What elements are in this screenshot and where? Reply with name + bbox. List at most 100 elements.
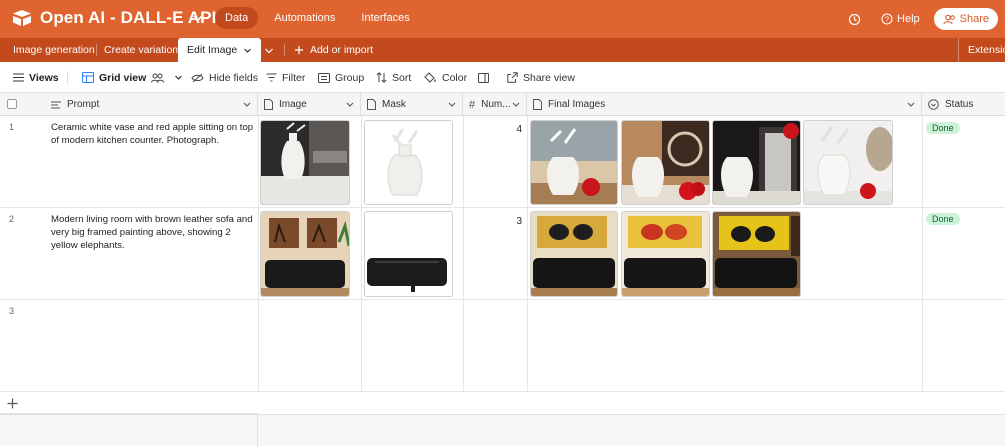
number-cell[interactable]: 3 <box>492 216 522 227</box>
status-badge[interactable]: Done <box>926 122 960 134</box>
color-label: Color <box>442 71 468 84</box>
column-final-images-label: Final Images <box>548 99 606 110</box>
hamburger-icon <box>13 73 24 82</box>
base-title[interactable]: Open AI - DALL-E API <box>40 8 216 28</box>
share-view-icon <box>507 72 518 83</box>
grid-view-button[interactable]: Grid view <box>82 62 183 93</box>
hide-fields-label: Hide fields <box>209 71 259 84</box>
group-button[interactable]: Group <box>318 62 364 93</box>
chevron-down-icon[interactable] <box>192 12 204 24</box>
tab-divider <box>284 44 285 56</box>
nav-interfaces[interactable]: Interfaces <box>351 7 419 29</box>
column-header-final-images[interactable]: Final Images <box>527 93 922 116</box>
final-image-thumbnail[interactable] <box>712 120 801 205</box>
tab-divider <box>96 44 97 56</box>
column-mask-label: Mask <box>382 99 406 110</box>
column-header-status[interactable]: Status <box>922 93 1005 116</box>
row-number: 3 <box>9 306 15 316</box>
chevron-down-icon[interactable] <box>264 46 274 55</box>
help-label: Help <box>897 13 920 25</box>
mask-attachment-thumbnail[interactable] <box>364 120 453 205</box>
table-row[interactable]: 1 Ceramic white vase and red apple sitti… <box>0 116 1005 208</box>
tab-edit-image-label: Edit Image <box>187 44 238 56</box>
final-image-thumbnail[interactable] <box>530 120 618 205</box>
sort-button[interactable]: Sort <box>376 62 411 93</box>
toolbar-divider <box>67 71 68 84</box>
share-view-button[interactable]: Share view <box>507 62 575 93</box>
mask-attachment-thumbnail[interactable] <box>364 211 453 297</box>
attachment-icon <box>367 99 376 110</box>
svg-text:?: ? <box>885 15 889 24</box>
tab-image-generation[interactable]: Image generation <box>13 38 95 62</box>
views-button[interactable]: Views <box>13 62 59 93</box>
row-number: 2 <box>9 214 15 224</box>
add-or-import-button[interactable]: Add or import <box>294 38 373 62</box>
row-number: 1 <box>9 122 15 132</box>
attachment-icon <box>533 99 542 110</box>
help-button[interactable]: ? Help <box>873 7 928 31</box>
filter-icon <box>266 73 277 82</box>
group-icon <box>318 72 330 83</box>
tab-create-variation[interactable]: Create variation <box>104 38 178 62</box>
final-image-thumbnail[interactable] <box>712 211 801 297</box>
top-bar: Open AI - DALL-E API Data Automations In… <box>0 0 1005 38</box>
footer-divider <box>257 415 258 447</box>
chevron-down-icon[interactable] <box>907 101 915 108</box>
share-button[interactable]: Share <box>933 8 998 30</box>
top-right-actions: ? Help Share <box>841 7 998 31</box>
help-icon: ? <box>881 13 893 25</box>
nav-automations[interactable]: Automations <box>264 7 345 29</box>
group-label: Group <box>335 71 365 84</box>
select-all-cell <box>0 93 45 116</box>
hide-fields-button[interactable]: Hide fields <box>191 62 258 93</box>
nav-data[interactable]: Data <box>215 7 259 29</box>
prompt-cell[interactable]: Modern living room with brown leather so… <box>51 213 255 252</box>
column-header-number[interactable]: # Num... <box>463 93 527 116</box>
filter-label: Filter <box>282 71 306 84</box>
final-image-thumbnail[interactable] <box>530 211 618 297</box>
table-tab-bar: Image generation Create variation Edit I… <box>0 38 1005 62</box>
final-image-thumbnail[interactable] <box>621 211 710 297</box>
chevron-down-icon[interactable] <box>174 73 183 82</box>
column-header-prompt[interactable]: Prompt <box>45 93 258 116</box>
history-icon[interactable] <box>841 7 867 31</box>
status-badge[interactable]: Done <box>926 213 960 225</box>
checkbox-icon[interactable] <box>7 99 17 109</box>
column-header-image[interactable]: Image <box>258 93 361 116</box>
hide-fields-icon <box>191 73 204 82</box>
final-image-thumbnail[interactable] <box>621 120 710 205</box>
add-or-import-label: Add or import <box>310 44 374 56</box>
column-number-label: Num... <box>481 99 511 110</box>
people-icon <box>151 73 165 83</box>
row-height-button[interactable] <box>478 62 489 93</box>
extensions-button[interactable]: Extension <box>958 38 1005 62</box>
image-attachment-thumbnail[interactable] <box>260 120 350 205</box>
grid-header: Prompt Image Mask # Num... Final Images … <box>0 93 1005 116</box>
views-label: Views <box>29 71 59 84</box>
prompt-cell[interactable]: Ceramic white vase and red apple sitting… <box>51 121 255 147</box>
number-cell[interactable]: 4 <box>492 124 522 135</box>
top-nav: Data Automations Interfaces <box>215 7 420 29</box>
chevron-down-icon[interactable] <box>243 46 252 55</box>
filter-button[interactable]: Filter <box>266 62 305 93</box>
tab-edit-image[interactable]: Edit Image <box>178 38 262 62</box>
column-header-mask[interactable]: Mask <box>361 93 463 116</box>
table-row[interactable]: 3 <box>0 300 1005 392</box>
color-icon <box>424 72 436 83</box>
table-row[interactable]: 2 Modern living room with brown leather … <box>0 208 1005 300</box>
add-record-row[interactable] <box>0 392 258 414</box>
image-attachment-thumbnail[interactable] <box>260 211 350 297</box>
final-image-thumbnail[interactable] <box>803 120 893 205</box>
chevron-down-icon[interactable] <box>243 101 251 108</box>
number-icon: # <box>469 98 476 111</box>
column-status-label: Status <box>945 99 974 110</box>
chevron-down-icon[interactable] <box>512 101 520 108</box>
chevron-down-icon[interactable] <box>346 101 354 108</box>
chevron-down-icon[interactable] <box>448 101 456 108</box>
share-view-label: Share view <box>523 71 575 84</box>
plus-icon[interactable] <box>7 398 18 409</box>
text-field-icon <box>51 101 61 108</box>
grid-view-icon <box>82 72 94 83</box>
color-button[interactable]: Color <box>424 62 467 93</box>
airtable-logo-icon[interactable] <box>12 9 32 27</box>
